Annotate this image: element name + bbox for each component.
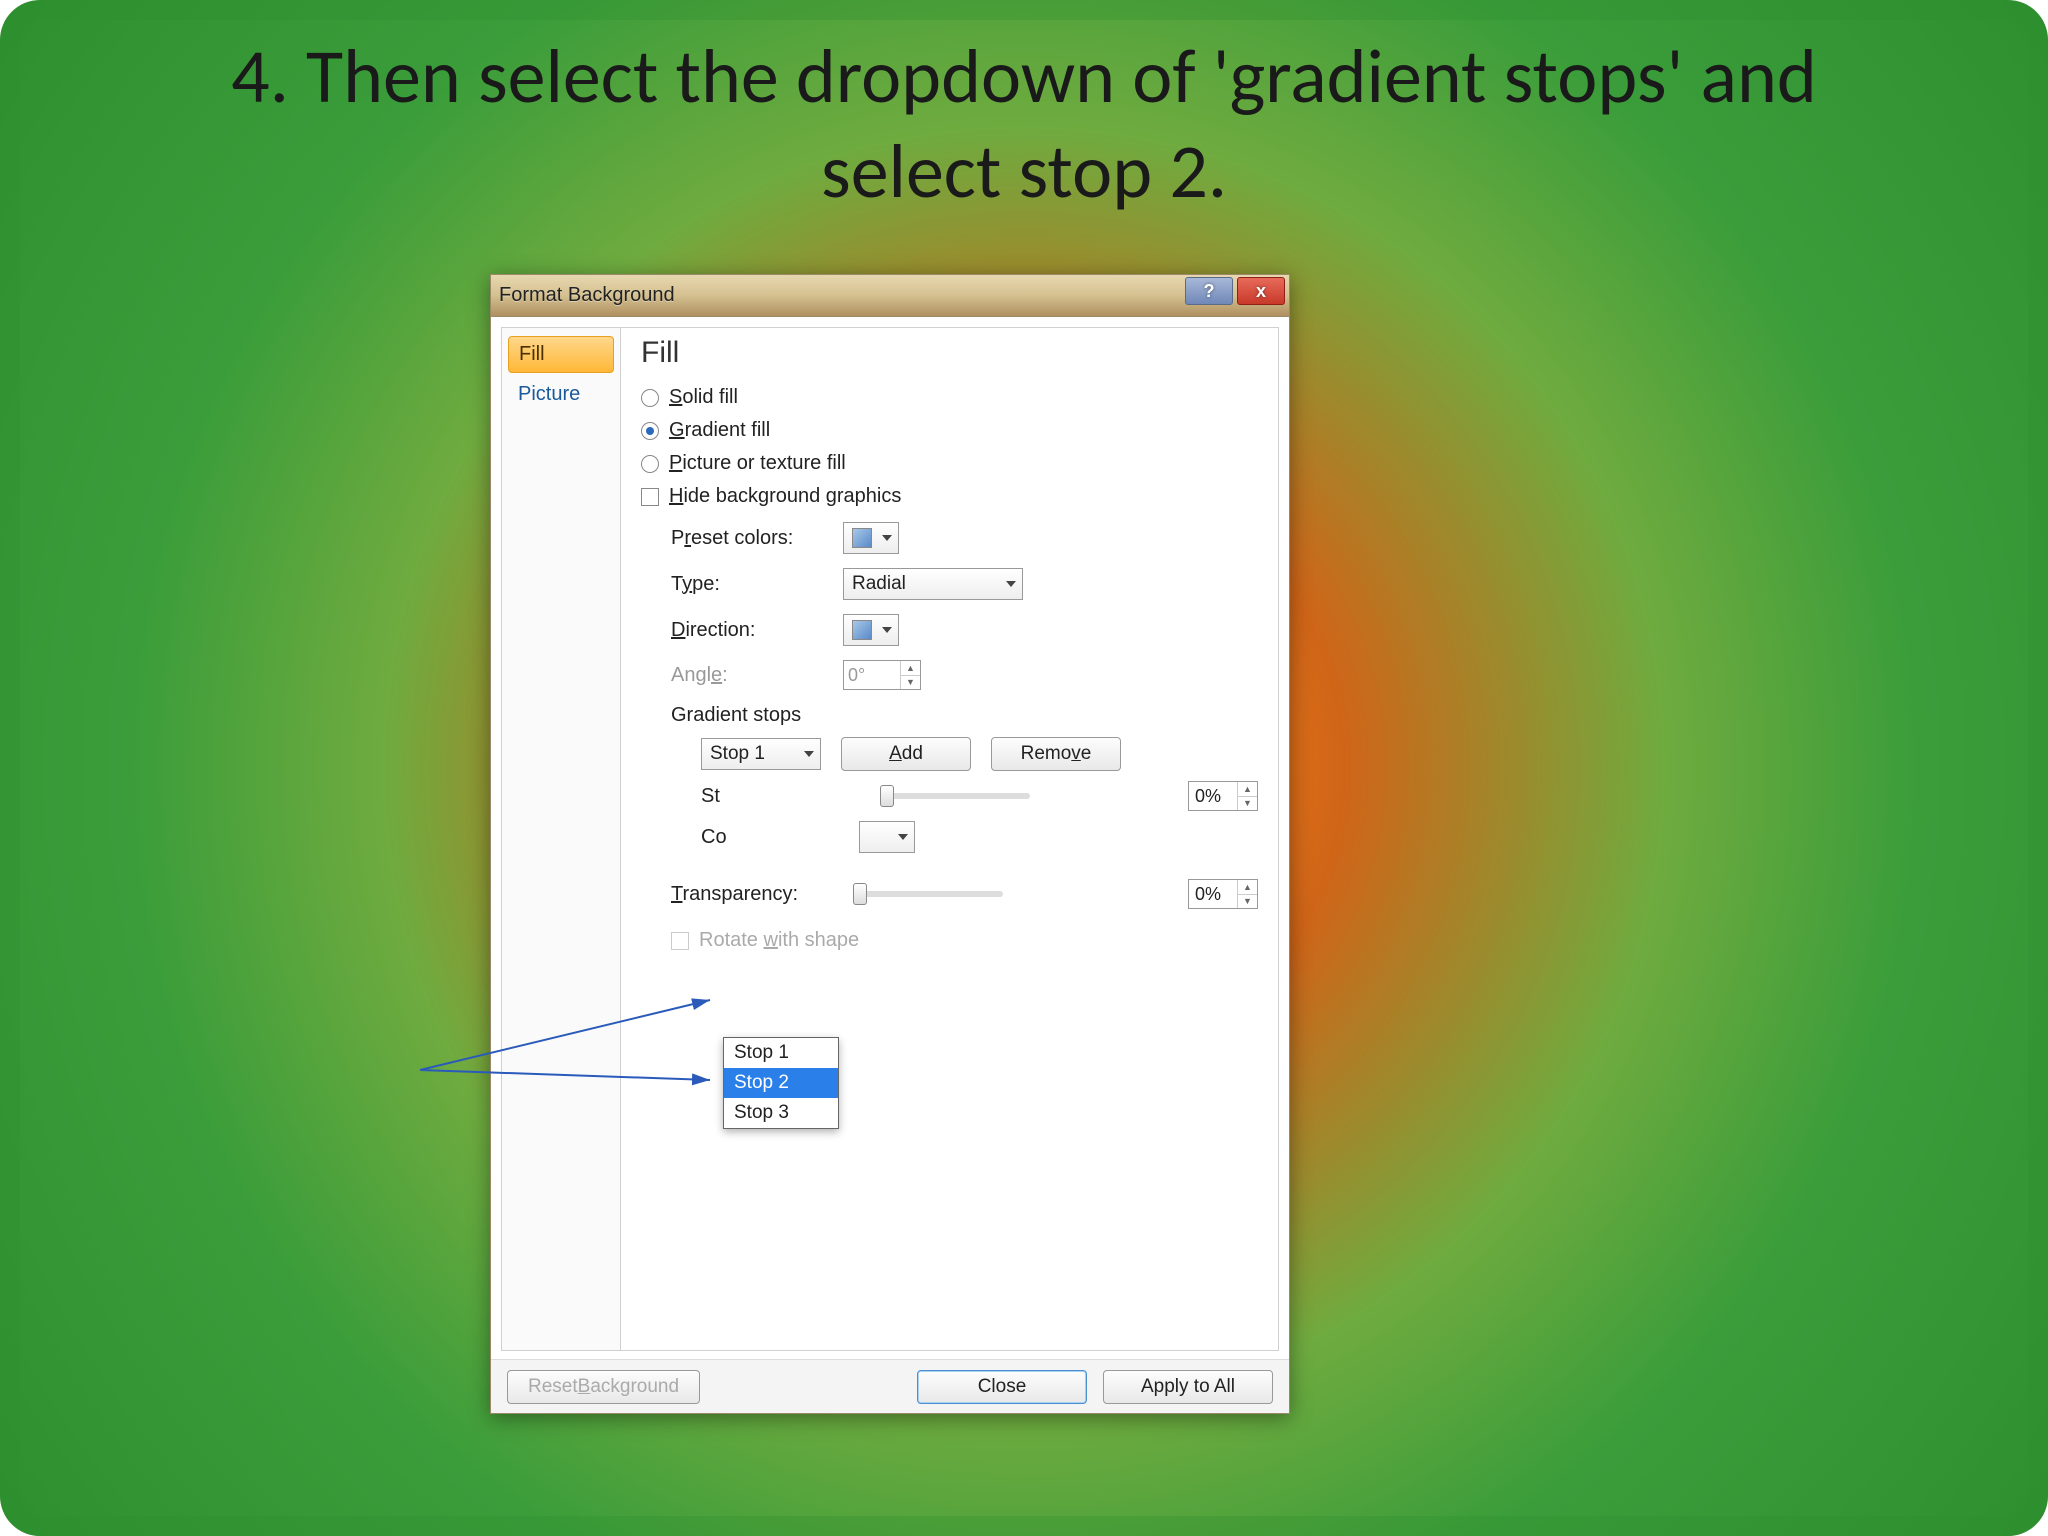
reset-background-button: Reset Background <box>507 1370 700 1404</box>
close-icon: x <box>1256 281 1266 302</box>
add-stop-button[interactable]: Add <box>841 737 971 771</box>
gradient-fill-option[interactable]: Gradient fill <box>641 419 1258 442</box>
spin-down-icon[interactable]: ▼ <box>1238 895 1257 909</box>
help-icon: ? <box>1204 281 1215 302</box>
stop-selected-value: Stop 1 <box>710 743 765 765</box>
dropdown-item-stop-1[interactable]: Stop 1 <box>724 1038 838 1068</box>
direction-dropdown[interactable] <box>843 614 899 646</box>
stop-position-spinner[interactable]: 0% ▲▼ <box>1188 781 1258 811</box>
stop-color-dropdown[interactable] <box>859 821 915 853</box>
type-label: Type: <box>671 573 831 596</box>
angle-label: Angle: <box>671 664 831 687</box>
gradient-fill-label: Gradient fill <box>669 419 770 442</box>
sidebar-item-fill[interactable]: Fill <box>508 336 614 373</box>
preset-colors-dropdown[interactable] <box>843 522 899 554</box>
remove-stop-button[interactable]: Remove <box>991 737 1121 771</box>
rotate-with-shape-label: Rotate with shape <box>699 929 859 952</box>
color-swatch-icon <box>852 528 872 548</box>
preset-colors-label: Preset colors: <box>671 527 831 550</box>
transparency-value: 0% <box>1195 884 1221 905</box>
spin-down-icon[interactable]: ▼ <box>1238 797 1257 811</box>
help-button[interactable]: ? <box>1185 277 1233 305</box>
angle-value: 0° <box>848 665 865 686</box>
stop-position-slider[interactable] <box>880 793 1030 799</box>
type-dropdown[interactable]: Radial <box>843 568 1023 600</box>
solid-fill-label: Solid fill <box>669 386 738 409</box>
slider-thumb-icon[interactable] <box>853 883 867 905</box>
chevron-down-icon <box>804 751 814 757</box>
dialog-titlebar[interactable]: Format Background ? x <box>491 275 1289 317</box>
chevron-down-icon <box>882 535 892 541</box>
hide-bg-label: Hide background graphics <box>669 485 901 508</box>
picture-fill-option[interactable]: Picture or texture fill <box>641 452 1258 475</box>
hide-bg-option[interactable]: Hide background graphics <box>641 485 1258 508</box>
spin-down-icon: ▼ <box>901 676 920 690</box>
transparency-spinner[interactable]: 0% ▲▼ <box>1188 879 1258 909</box>
window-close-button[interactable]: x <box>1237 277 1285 305</box>
checkbox-disabled-icon <box>671 932 689 950</box>
dropdown-item-stop-3[interactable]: Stop 3 <box>724 1098 838 1128</box>
spin-up-icon: ▲ <box>901 661 920 676</box>
radio-icon <box>641 389 659 407</box>
angle-spinner: 0° ▲▼ <box>843 660 921 690</box>
transparency-slider[interactable] <box>853 891 1003 897</box>
direction-swatch-icon <box>852 620 872 640</box>
type-value: Radial <box>852 573 906 595</box>
radio-checked-icon <box>641 422 659 440</box>
dropdown-item-stop-2[interactable]: Stop 2 <box>724 1068 838 1098</box>
solid-fill-option[interactable]: Solid fill <box>641 386 1258 409</box>
gradient-stops-label: Gradient stops <box>671 704 1258 727</box>
dialog-sidebar: Fill Picture <box>501 327 621 1351</box>
spin-up-icon[interactable]: ▲ <box>1238 782 1257 797</box>
dialog-main-panel: Fill Solid fill Gradient fill Picture or… <box>621 327 1279 1351</box>
transparency-label: Transparency: <box>671 883 841 906</box>
stop-position-value: 0% <box>1195 786 1221 807</box>
dialog-footer: Reset Background Close Apply to All <box>491 1359 1289 1413</box>
color-label-truncated: Co <box>701 826 727 849</box>
chevron-down-icon <box>882 627 892 633</box>
stop-position-label-truncated: St <box>701 785 720 808</box>
checkbox-icon <box>641 488 659 506</box>
chevron-down-icon <box>1006 581 1016 587</box>
chevron-down-icon <box>898 834 908 840</box>
picture-fill-label: Picture or texture fill <box>669 452 846 475</box>
spin-up-icon[interactable]: ▲ <box>1238 880 1257 895</box>
dialog-title: Format Background <box>499 284 675 307</box>
apply-to-all-button[interactable]: Apply to All <box>1103 1370 1273 1404</box>
slider-thumb-icon[interactable] <box>880 785 894 807</box>
format-background-dialog: Format Background ? x Fill Picture Fill … <box>490 274 1290 1414</box>
radio-icon <box>641 455 659 473</box>
gradient-stop-dropdown-list[interactable]: Stop 1 Stop 2 Stop 3 <box>723 1037 839 1129</box>
sidebar-item-picture[interactable]: Picture <box>508 377 614 412</box>
direction-label: Direction: <box>671 619 831 642</box>
fill-heading: Fill <box>641 336 1258 370</box>
slide-instruction-title: 4. Then select the dropdown of 'gradient… <box>174 30 1874 220</box>
gradient-stop-dropdown[interactable]: Stop 1 <box>701 738 821 770</box>
close-button[interactable]: Close <box>917 1370 1087 1404</box>
